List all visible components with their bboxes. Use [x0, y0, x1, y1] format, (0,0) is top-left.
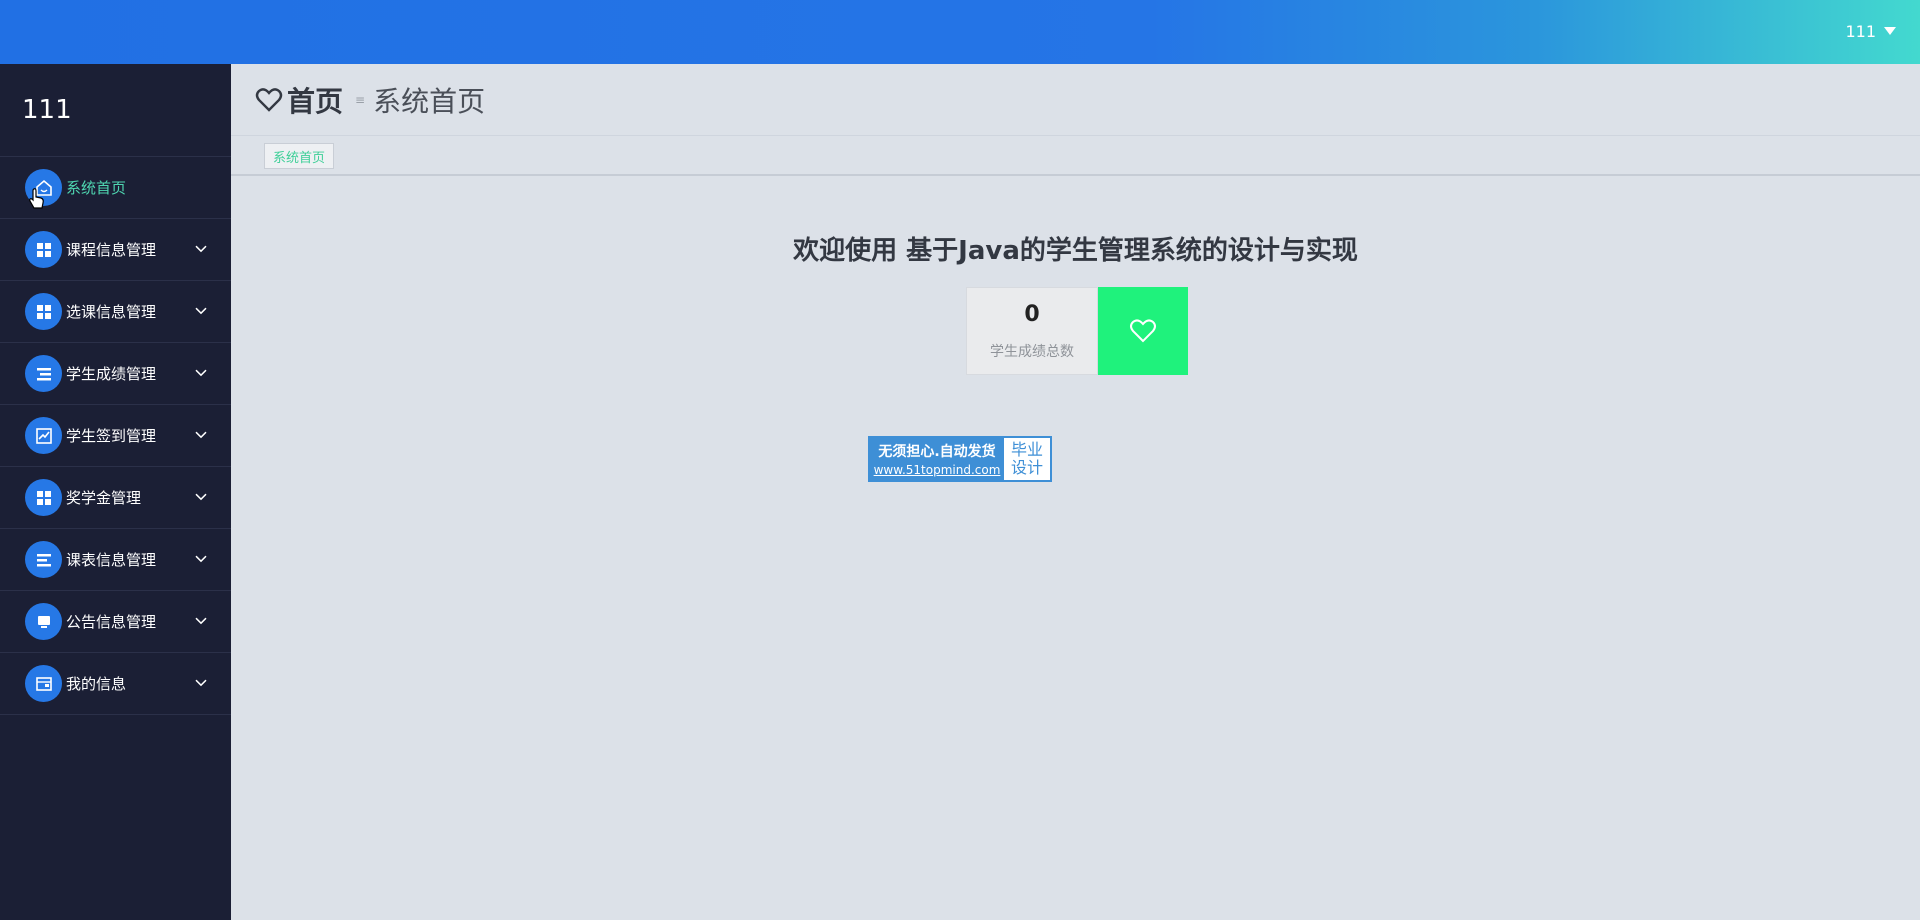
- ad-tag-line1: 毕业: [1010, 440, 1043, 459]
- breadcrumb-current: 系统首页: [373, 84, 486, 118]
- sidebar-item-label: 奖学金管理: [66, 489, 142, 507]
- chevron-down-icon: [195, 369, 207, 376]
- sidebar-item-label: 学生成绩管理: [66, 365, 157, 383]
- sidebar-item-label: 课表信息管理: [66, 551, 157, 569]
- card-icon: [25, 665, 62, 702]
- chevron-down-icon: [195, 431, 207, 438]
- tabs-bar: 系统首页: [231, 136, 1920, 176]
- sidebar-item-my-info[interactable]: 我的信息: [0, 653, 231, 715]
- sidebar-brand: 111: [0, 64, 231, 157]
- chevron-down-icon: [195, 555, 207, 562]
- sidebar-item-timetable[interactable]: 课表信息管理: [0, 529, 231, 591]
- sidebar-item-label: 公告信息管理: [66, 613, 157, 631]
- ad-slogan: 无须担心.自动发货: [878, 444, 996, 460]
- breadcrumb: 首页 ≡ 系统首页: [231, 64, 1920, 136]
- sidebar-item-grades[interactable]: 学生成绩管理: [0, 343, 231, 405]
- chevron-down-icon: [195, 307, 207, 314]
- welcome-heading: 欢迎使用 基于Java的学生管理系统的设计与实现: [793, 236, 1358, 266]
- sidebar-item-label: 课程信息管理: [66, 241, 157, 259]
- grid-icon: [25, 479, 62, 516]
- user-name: 111: [1845, 21, 1876, 41]
- sidebar-item-attendance[interactable]: 学生签到管理: [0, 405, 231, 467]
- stat-label: 学生成绩总数: [990, 343, 1074, 360]
- list-icon: [25, 541, 62, 578]
- stat-card: 0 学生成绩总数: [966, 287, 1188, 375]
- main-content: 首页 ≡ 系统首页 系统首页 欢迎使用 基于Java的学生管理系统的设计与实现 …: [231, 64, 1920, 920]
- sidebar-item-course-selection[interactable]: 选课信息管理: [0, 281, 231, 343]
- page-title: 首页: [287, 84, 344, 118]
- ad-tag-line2: 设计: [1010, 458, 1043, 477]
- chevron-down-icon: [195, 245, 207, 252]
- grid-icon: [25, 231, 62, 268]
- sidebar-item-label: 系统首页: [66, 179, 127, 197]
- chevron-down-icon: [195, 493, 207, 500]
- sidebar-item-home[interactable]: 系统首页: [0, 157, 231, 219]
- sidebar-item-announcements[interactable]: 公告信息管理: [0, 591, 231, 653]
- sidebar-item-label: 学生签到管理: [66, 427, 157, 445]
- grid-icon: [25, 293, 62, 330]
- chevron-down-icon: [195, 679, 207, 686]
- ad-text-block: 无须担心.自动发货 www.51topmind.com: [870, 438, 1004, 480]
- ad-url: www.51topmind.com: [873, 463, 1001, 477]
- monitor-icon: [25, 603, 62, 640]
- list-icon: [25, 355, 62, 392]
- sidebar-item-scholarship[interactable]: 奖学金管理: [0, 467, 231, 529]
- heart-icon: [255, 87, 283, 112]
- chevron-down-icon: [195, 617, 207, 624]
- heart-icon: [1130, 319, 1156, 343]
- stat-icon-panel: [1098, 287, 1188, 375]
- top-bar: 111: [0, 0, 1920, 64]
- ad-badge[interactable]: 无须担心.自动发货 www.51topmind.com 毕业 设计: [868, 436, 1052, 482]
- sidebar-item-label: 我的信息: [66, 675, 127, 693]
- sidebar-item-label: 选课信息管理: [66, 303, 157, 321]
- sidebar: 111 系统首页 课程信息管理 选课信息管理 学生成绩管理 学生签到管理 奖学金…: [0, 64, 231, 920]
- stat-value: 0: [1024, 301, 1040, 327]
- ad-tag: 毕业 设计: [1004, 438, 1050, 480]
- user-menu[interactable]: 111: [1845, 20, 1896, 42]
- tab-home[interactable]: 系统首页: [264, 143, 335, 169]
- caret-down-icon: [1884, 27, 1896, 35]
- chart-icon: [25, 417, 62, 454]
- hand-cursor-icon: [29, 188, 44, 209]
- stat-info: 0 学生成绩总数: [966, 287, 1098, 375]
- breadcrumb-separator: ≡: [355, 92, 366, 107]
- sidebar-item-course-info[interactable]: 课程信息管理: [0, 219, 231, 281]
